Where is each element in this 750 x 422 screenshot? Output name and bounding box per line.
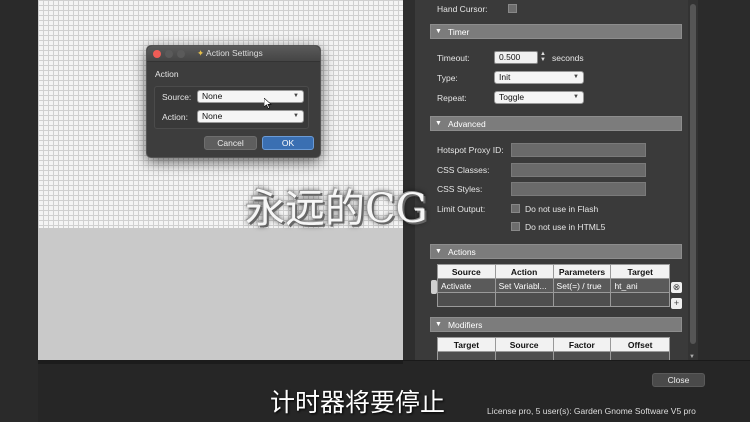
chevron-down-icon: ▼ xyxy=(573,94,579,100)
ok-button[interactable]: OK xyxy=(262,136,314,150)
actions-col-source[interactable]: Source xyxy=(437,264,496,279)
cancel-button[interactable]: Cancel xyxy=(204,136,257,150)
table-row-empty xyxy=(437,292,670,307)
type-select[interactable]: Init ▼ xyxy=(494,71,584,84)
section-advanced-label: Advanced xyxy=(447,118,486,129)
modifiers-col-source[interactable]: Source xyxy=(494,337,554,352)
type-select-value: Init xyxy=(499,72,511,82)
source-select-value: None xyxy=(202,91,223,101)
section-timer-label: Timer xyxy=(447,26,470,37)
no-flash-label: Do not use in Flash xyxy=(525,204,599,214)
section-advanced[interactable]: ▼ Advanced xyxy=(430,116,682,131)
chevron-down-icon: ▼ xyxy=(293,93,299,99)
dialog-heading: Action xyxy=(155,69,179,79)
dialog-group-box: Source: None ▼ Action: None ▼ xyxy=(154,86,309,129)
table-cell: Set(=) / true xyxy=(552,278,612,293)
no-html5-label: Do not use in HTML5 xyxy=(525,222,606,232)
collapse-triangle-icon: ▼ xyxy=(435,248,442,255)
app-window: ⋮ Hand Cursor: ▼ Timer Timeout: 0.500 ▲▼… xyxy=(0,0,750,422)
source-select[interactable]: None ▼ xyxy=(197,90,304,103)
timeout-label: Timeout: xyxy=(437,53,470,63)
close-window-icon[interactable] xyxy=(153,50,161,58)
dialog-title-text: Action Settings xyxy=(206,48,263,58)
section-actions-label: Actions xyxy=(447,246,476,257)
collapse-triangle-icon: ▼ xyxy=(435,120,442,127)
css-classes-label: CSS Classes: xyxy=(437,165,490,175)
action-label: Action: xyxy=(162,112,188,122)
minimize-window-icon[interactable] xyxy=(165,50,173,58)
watermark-text: 永远的CG xyxy=(245,186,428,232)
proxy-id-input[interactable] xyxy=(511,143,646,157)
css-classes-input[interactable] xyxy=(511,163,646,177)
table-row[interactable]: Activate Set Variabl... Set(=) / true ht… xyxy=(437,278,670,293)
timeout-unit: seconds xyxy=(552,53,584,63)
actions-table: Source Action Parameters Target Activate… xyxy=(437,264,670,307)
action-select[interactable]: None ▼ xyxy=(197,110,304,123)
subtitle-caption: 计时器将要停止 xyxy=(270,388,446,417)
action-settings-dialog: ✦ Action Settings Action Source: None ▼ … xyxy=(146,45,321,158)
timeout-input[interactable]: 0.500 xyxy=(494,51,538,64)
chevron-down-icon: ▼ xyxy=(293,113,299,119)
section-modifiers[interactable]: ▼ Modifiers xyxy=(430,317,682,332)
collapse-triangle-icon: ▼ xyxy=(435,28,442,35)
panel-scrollbar[interactable]: ▼ xyxy=(688,0,698,362)
repeat-select[interactable]: Toggle ▼ xyxy=(494,91,584,104)
modifiers-header-row: Target Source Factor Offset xyxy=(437,337,670,352)
remove-row-icon[interactable]: ⊗ xyxy=(671,282,682,293)
css-styles-label: CSS Styles: xyxy=(437,184,483,194)
add-row-icon[interactable]: + xyxy=(671,298,682,309)
table-cell: Set Variabl... xyxy=(494,278,554,293)
mouse-cursor-icon xyxy=(264,98,272,109)
source-label: Source: xyxy=(162,92,192,102)
license-text: License pro, 5 user(s): Garden Gnome Sof… xyxy=(487,406,696,416)
repeat-label: Repeat: xyxy=(437,93,467,103)
app-logo-icon: ✦ xyxy=(197,48,205,58)
properties-panel: Hand Cursor: ▼ Timer Timeout: 0.500 ▲ ▼ s… xyxy=(415,0,698,366)
actions-header-row: Source Action Parameters Target xyxy=(437,264,670,279)
proxy-id-label: Hotspot Proxy ID: xyxy=(437,145,504,155)
dialog-titlebar[interactable]: ✦ Action Settings xyxy=(147,46,320,62)
hand-cursor-checkbox[interactable] xyxy=(508,4,517,13)
no-flash-checkbox[interactable] xyxy=(511,204,520,213)
modifiers-col-offset[interactable]: Offset xyxy=(610,337,670,352)
left-strip xyxy=(0,0,38,422)
table-cell: Activate xyxy=(437,278,496,293)
section-timer[interactable]: ▼ Timer xyxy=(430,24,682,39)
modifiers-col-factor[interactable]: Factor xyxy=(552,337,612,352)
section-actions[interactable]: ▼ Actions xyxy=(430,244,682,259)
scrollbar-thumb[interactable] xyxy=(690,4,696,344)
canvas-bottom-divider xyxy=(38,360,403,364)
type-label: Type: xyxy=(437,73,458,83)
no-html5-checkbox[interactable] xyxy=(511,222,520,231)
css-styles-input[interactable] xyxy=(511,182,646,196)
limit-output-label: Limit Output: xyxy=(437,204,486,214)
modifiers-col-target[interactable]: Target xyxy=(437,337,496,352)
actions-col-parameters[interactable]: Parameters xyxy=(552,264,612,279)
section-modifiers-label: Modifiers xyxy=(447,319,483,330)
action-select-value: None xyxy=(202,111,223,121)
chevron-down-icon: ▼ xyxy=(573,74,579,80)
actions-col-target[interactable]: Target xyxy=(610,264,670,279)
hand-cursor-label: Hand Cursor: xyxy=(437,4,488,14)
maximize-window-icon[interactable] xyxy=(177,50,185,58)
actions-col-action[interactable]: Action xyxy=(494,264,554,279)
close-button[interactable]: Close xyxy=(652,373,705,387)
dialog-title: ✦ Action Settings xyxy=(197,48,263,59)
collapse-triangle-icon: ▼ xyxy=(435,321,442,328)
table-cell: ht_ani xyxy=(610,278,670,293)
repeat-select-value: Toggle xyxy=(499,92,525,102)
timeout-stepper[interactable]: ▲ ▼ xyxy=(539,51,547,64)
